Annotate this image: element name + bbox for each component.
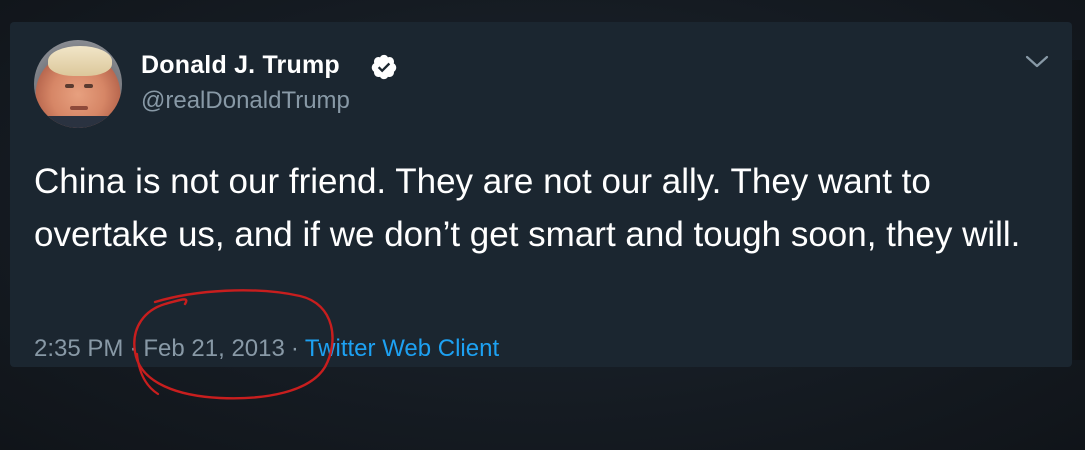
tweet-text: China is not our friend. They are not ou… [34, 162, 1021, 254]
tweet-metadata: 2:35 PM · Feb 21, 2013 · Twitter Web Client [34, 335, 499, 363]
tweet-date[interactable]: Feb 21, 2013 [143, 335, 284, 362]
avatar-mouth [70, 106, 88, 110]
author-display-name[interactable]: Donald J. Trump [141, 51, 340, 80]
avatar[interactable] [34, 40, 122, 128]
avatar-eye-left [65, 84, 74, 88]
tweet-card: Donald J. Trump @realDonaldTrump China i… [10, 22, 1072, 367]
tweet-source-link[interactable]: Twitter Web Client [305, 335, 499, 362]
author-handle[interactable]: @realDonaldTrump [141, 87, 350, 115]
tweet-time[interactable]: 2:35 PM [34, 335, 123, 362]
background-edge [1071, 60, 1085, 360]
verified-badge-icon [371, 54, 397, 80]
avatar-suit [34, 116, 122, 128]
chevron-down-icon[interactable] [1024, 52, 1050, 72]
separator-dot: · [290, 335, 299, 362]
avatar-hair [48, 46, 112, 76]
avatar-eye-right [84, 84, 93, 88]
separator-dot: · [129, 335, 138, 362]
screenshot-stage: Donald J. Trump @realDonaldTrump China i… [0, 0, 1085, 450]
